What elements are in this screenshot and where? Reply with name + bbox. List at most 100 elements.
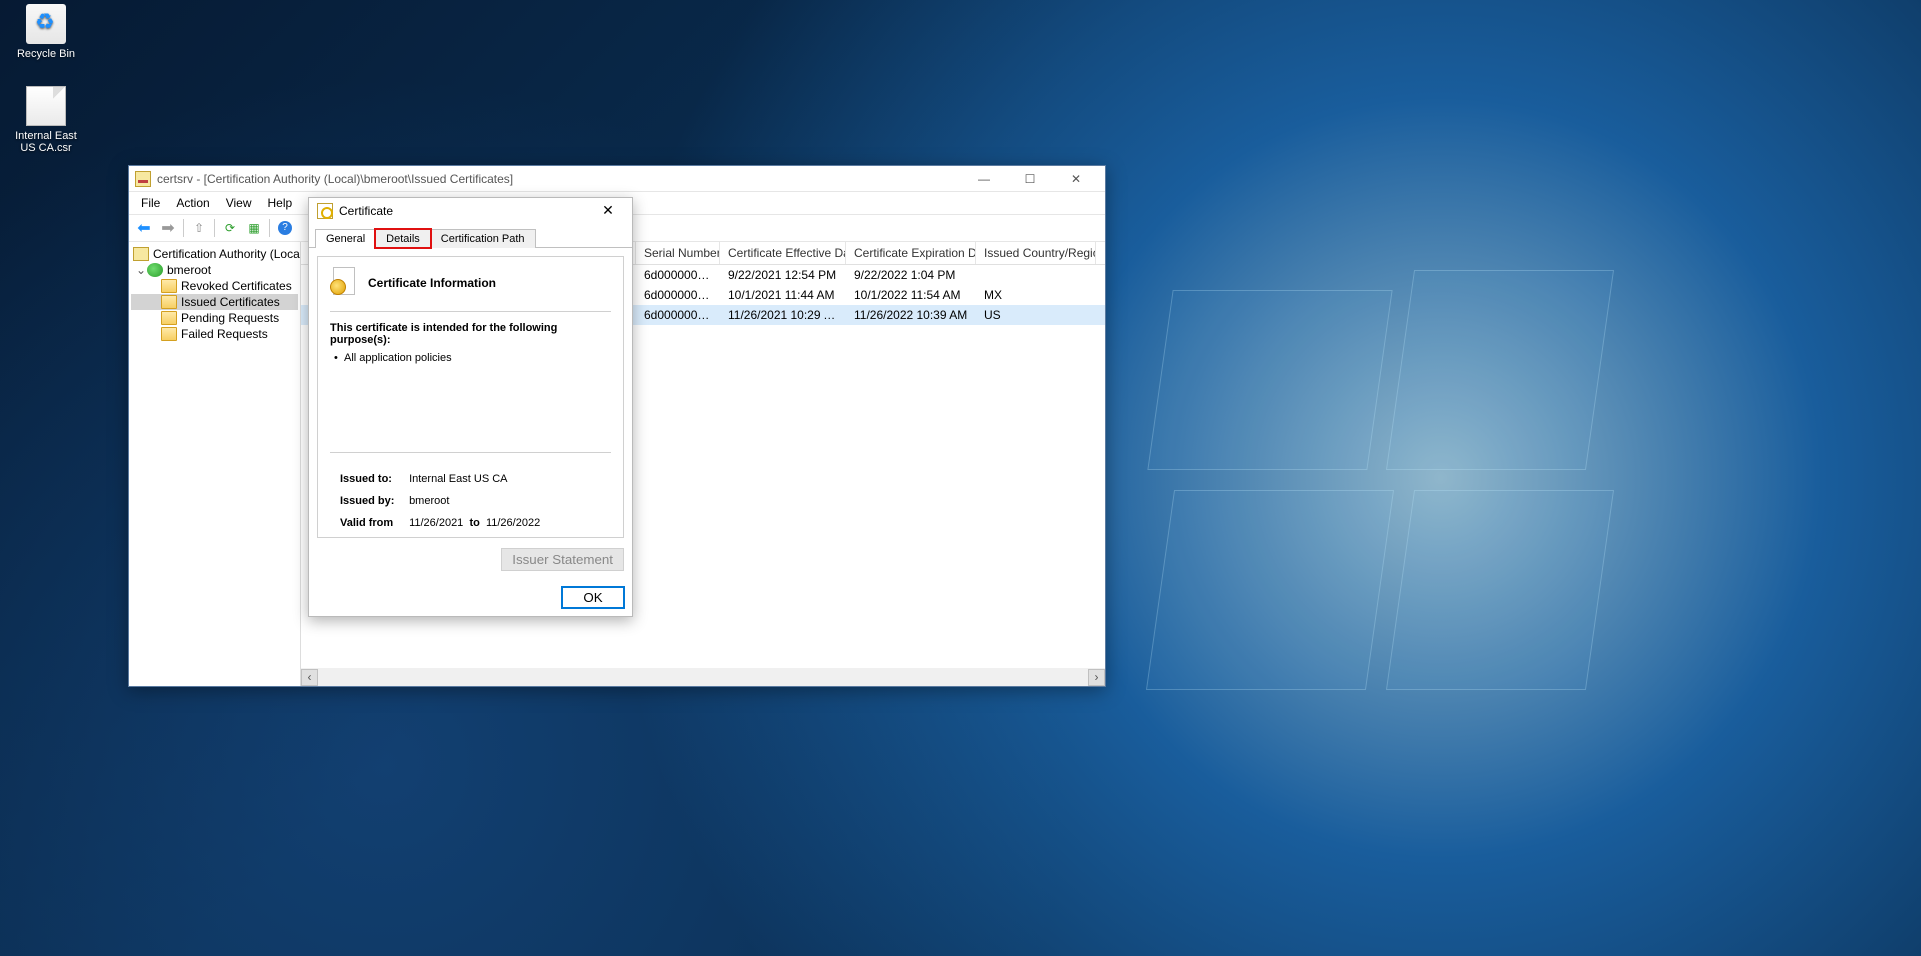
wallpaper-pane bbox=[1386, 490, 1614, 690]
dialog-titlebar[interactable]: Certificate ✕ bbox=[309, 198, 632, 224]
issued-to-row: Issued to: Internal East US CA bbox=[340, 473, 611, 485]
issued-to-value: Internal East US CA bbox=[409, 473, 507, 485]
cell-serial: 6d00000006ed... bbox=[636, 305, 720, 325]
tree-expander-icon[interactable]: ⌄ bbox=[135, 263, 147, 277]
arrow-right-icon: ➡ bbox=[161, 218, 174, 238]
desktop-icon-csr-file[interactable]: Internal East US CA.csr bbox=[8, 86, 84, 154]
valid-from-value: 11/26/2021 bbox=[409, 517, 463, 529]
separator bbox=[330, 452, 611, 453]
cell-effective: 9/22/2021 12:54 PM bbox=[720, 265, 846, 285]
ok-button[interactable]: OK bbox=[562, 587, 624, 608]
cell-country: US bbox=[976, 305, 1096, 325]
valid-to-label: to bbox=[469, 517, 479, 529]
cell-effective: 11/26/2021 10:29 AM bbox=[720, 305, 846, 325]
up-level-button[interactable]: ⇧ bbox=[188, 217, 210, 239]
menu-help[interactable]: Help bbox=[260, 194, 301, 212]
tab-panel-general: Certificate Information This certificate… bbox=[309, 248, 632, 579]
app-icon bbox=[135, 171, 151, 187]
menu-action[interactable]: Action bbox=[168, 194, 217, 212]
ca-icon bbox=[147, 263, 163, 277]
certificate-seal-icon bbox=[330, 267, 358, 299]
tree-item-failed[interactable]: Failed Requests bbox=[131, 326, 298, 342]
window-title: certsrv - [Certification Authority (Loca… bbox=[157, 172, 961, 186]
validity-row: Valid from 11/26/2021 to 11/26/2022 bbox=[340, 517, 611, 529]
up-folder-icon: ⇧ bbox=[194, 221, 204, 235]
issued-by-value: bmeroot bbox=[409, 495, 449, 507]
wallpaper-pane bbox=[1146, 490, 1394, 690]
tab-certification-path[interactable]: Certification Path bbox=[430, 229, 536, 248]
purpose-heading: This certificate is intended for the fol… bbox=[330, 322, 611, 346]
separator bbox=[330, 311, 611, 312]
export-list-button[interactable]: ▦ bbox=[243, 217, 265, 239]
column-header-effective[interactable]: Certificate Effective Date bbox=[720, 242, 846, 264]
scroll-track[interactable] bbox=[318, 669, 1088, 686]
file-icon bbox=[26, 86, 66, 126]
tree-label: Pending Requests bbox=[181, 311, 279, 325]
scroll-left-button[interactable]: ‹ bbox=[301, 669, 318, 686]
certificate-icon bbox=[317, 203, 333, 219]
help-button[interactable]: ? bbox=[274, 217, 296, 239]
folder-icon bbox=[161, 311, 177, 325]
cell-serial: 6d0000005246... bbox=[636, 285, 720, 305]
certificate-info-box: Certificate Information This certificate… bbox=[317, 256, 624, 538]
column-header-expiration[interactable]: Certificate Expiration Date bbox=[846, 242, 976, 264]
column-header-country[interactable]: Issued Country/Region bbox=[976, 242, 1096, 264]
folder-icon bbox=[161, 279, 177, 293]
recycle-bin-icon bbox=[26, 4, 66, 44]
tree-label: Issued Certificates bbox=[181, 295, 280, 309]
cell-expiration: 10/1/2022 11:54 AM bbox=[846, 285, 976, 305]
valid-from-label: Valid from bbox=[340, 517, 406, 529]
desktop-icon-recycle-bin[interactable]: Recycle Bin bbox=[8, 4, 84, 60]
tree-item-revoked[interactable]: Revoked Certificates bbox=[131, 278, 298, 294]
purpose-item: All application policies bbox=[330, 352, 611, 364]
folder-icon bbox=[161, 295, 177, 309]
nav-back-button[interactable]: ⬅ bbox=[133, 217, 155, 239]
wallpaper-pane bbox=[1147, 290, 1392, 470]
menu-file[interactable]: File bbox=[133, 194, 168, 212]
certificate-dialog: Certificate ✕ General Details Certificat… bbox=[308, 197, 633, 617]
nav-forward-button[interactable]: ➡ bbox=[157, 217, 179, 239]
cell-country: MX bbox=[976, 285, 1096, 305]
refresh-icon: ⟳ bbox=[225, 221, 235, 235]
cert-authority-icon bbox=[133, 247, 149, 261]
desktop-icon-label: Recycle Bin bbox=[8, 48, 84, 60]
wallpaper-pane bbox=[1386, 270, 1614, 470]
tree-item-pending[interactable]: Pending Requests bbox=[131, 310, 298, 326]
valid-to-value: 11/26/2022 bbox=[486, 517, 540, 529]
dialog-footer: OK bbox=[309, 579, 632, 616]
tab-general[interactable]: General bbox=[315, 229, 376, 248]
refresh-button[interactable]: ⟳ bbox=[219, 217, 241, 239]
dialog-close-button[interactable]: ✕ bbox=[592, 199, 624, 223]
tree-label: Failed Requests bbox=[181, 327, 268, 341]
tree-root[interactable]: Certification Authority (Local) bbox=[131, 246, 298, 262]
column-header-serial[interactable]: Serial Number bbox=[636, 242, 720, 264]
scroll-right-button[interactable]: › bbox=[1088, 669, 1105, 686]
window-minimize-button[interactable]: — bbox=[961, 167, 1007, 191]
export-icon: ▦ bbox=[248, 221, 259, 235]
cell-effective: 10/1/2021 11:44 AM bbox=[720, 285, 846, 305]
tree-label: Certification Authority (Local) bbox=[153, 247, 301, 261]
issued-to-label: Issued to: bbox=[340, 473, 406, 485]
arrow-left-icon: ⬅ bbox=[137, 218, 150, 238]
tree-pane: Certification Authority (Local) ⌄ bmeroo… bbox=[129, 242, 301, 686]
window-close-button[interactable]: ✕ bbox=[1053, 167, 1099, 191]
help-icon: ? bbox=[278, 221, 292, 235]
tree-label: bmeroot bbox=[167, 263, 211, 277]
dialog-title: Certificate bbox=[339, 204, 592, 218]
issued-by-label: Issued by: bbox=[340, 495, 406, 507]
horizontal-scrollbar[interactable]: ‹ › bbox=[301, 668, 1105, 686]
menu-view[interactable]: View bbox=[218, 194, 260, 212]
tab-details[interactable]: Details bbox=[375, 229, 431, 248]
dialog-tabs: General Details Certification Path bbox=[309, 224, 632, 248]
cell-country bbox=[976, 265, 1096, 285]
tree-item-issued[interactable]: Issued Certificates bbox=[131, 294, 298, 310]
cell-expiration: 11/26/2022 10:39 AM bbox=[846, 305, 976, 325]
issuer-statement-button: Issuer Statement bbox=[501, 548, 624, 571]
toolbar-separator bbox=[269, 219, 270, 237]
tree-ca-node[interactable]: ⌄ bmeroot bbox=[131, 262, 298, 278]
desktop-icon-label: Internal East US CA.csr bbox=[8, 130, 84, 154]
window-titlebar[interactable]: certsrv - [Certification Authority (Loca… bbox=[129, 166, 1105, 192]
cell-expiration: 9/22/2022 1:04 PM bbox=[846, 265, 976, 285]
window-maximize-button[interactable]: ☐ bbox=[1007, 167, 1053, 191]
cell-serial: 6d000000353... bbox=[636, 265, 720, 285]
